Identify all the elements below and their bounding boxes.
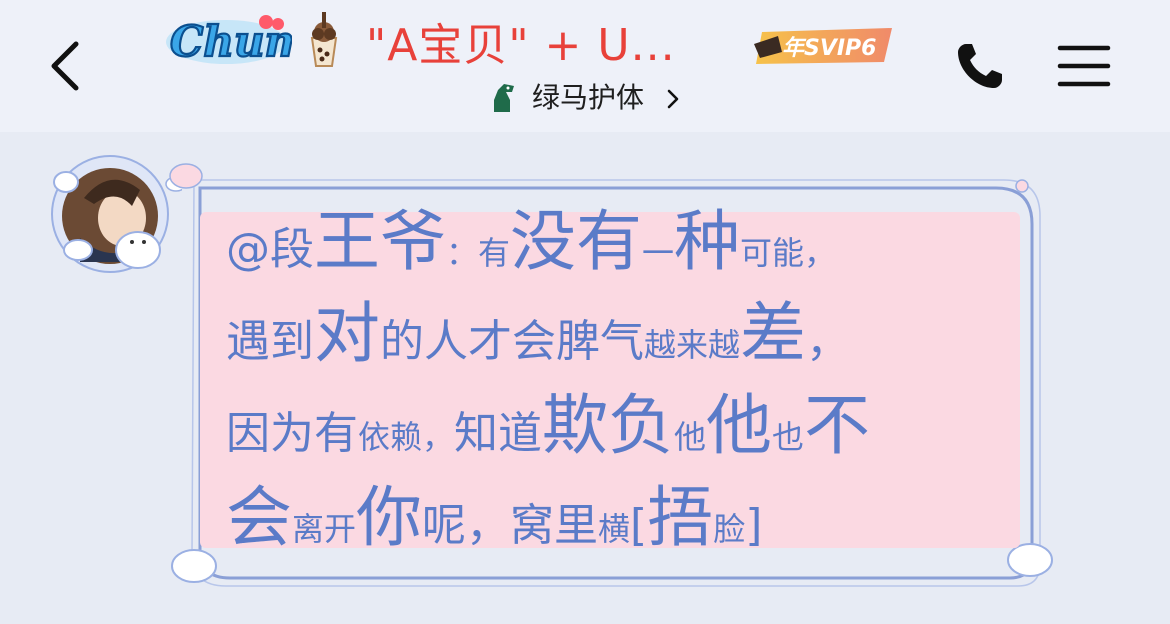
message-segment: 离开 — [292, 510, 357, 548]
chevron-right-icon — [667, 89, 679, 109]
svip-badge[interactable]: 年SVIP6 — [752, 22, 898, 70]
message-segment: 他 — [674, 418, 707, 456]
phone-icon — [958, 44, 1002, 88]
message-line-4: 会离开你呢，窝里横[捂脸] — [226, 472, 1026, 564]
message-segment: 王爷 — [314, 203, 446, 280]
chum-brand-logo: Chum — [166, 15, 292, 67]
message-segment: ： — [446, 234, 479, 272]
message-segment: 不 — [804, 387, 871, 464]
menu-icon — [1057, 45, 1111, 87]
message-segment: 依赖， — [358, 418, 455, 456]
message-segment: 越来越 — [644, 326, 741, 364]
message-segment: 的人才会脾气 — [380, 316, 644, 367]
message-segment: 可能， — [740, 234, 837, 272]
message-segment: 会 — [226, 479, 292, 556]
message-line-3: 因为有依赖，知道欺负他他也不 — [226, 380, 1026, 472]
chat-title[interactable]: "A宝贝" + U... — [366, 18, 676, 74]
message-segment: 遇到 — [226, 316, 314, 367]
message-segment: 一 — [642, 234, 675, 272]
message-segment: ] — [745, 500, 763, 551]
menu-button[interactable] — [1056, 42, 1112, 90]
svip-badge-text: 年SVIP6 — [782, 35, 877, 61]
message-segment: 种 — [674, 203, 741, 280]
message-segment: [ — [630, 500, 648, 551]
message-segment: 没有 — [510, 203, 643, 280]
message-segment: 对 — [314, 295, 380, 372]
message-line-1: @段王爷：有没有一种可能， — [226, 196, 1026, 288]
message-segment: 因为有 — [226, 408, 358, 459]
horse-icon — [494, 84, 514, 112]
back-button[interactable] — [44, 38, 88, 94]
message-text: @段王爷：有没有一种可能， 遇到对的人才会脾气越来越差， 因为有依赖，知道欺负他… — [226, 196, 1026, 564]
message-segment: 也 — [772, 418, 805, 456]
message-segment: 你 — [356, 479, 423, 556]
message-segment: 有 — [478, 234, 511, 272]
chat-subtitle[interactable]: 绿马护体 — [532, 80, 644, 116]
message-segment: 欺负 — [542, 387, 675, 464]
message-segment: @段 — [226, 224, 314, 275]
chevron-left-icon — [51, 41, 79, 91]
message-segment: 横 — [598, 510, 631, 548]
message-segment: 他 — [706, 387, 773, 464]
message-segment: 脸 — [713, 510, 746, 548]
message-segment: 窝里 — [510, 500, 599, 551]
call-button[interactable] — [952, 38, 1008, 94]
message-segment: 捂 — [647, 479, 714, 556]
chat-header: Chum "A宝贝" + U... 年SVIP6 绿马护体 — [0, 0, 1170, 132]
message-segment: 差 — [740, 295, 807, 372]
message-line-2: 遇到对的人才会脾气越来越差， — [226, 288, 1026, 380]
message-segment: 呢， — [422, 500, 511, 551]
message-segment: ， — [806, 316, 851, 367]
boba-icon — [310, 12, 338, 67]
message-segment: 知道 — [454, 408, 543, 459]
